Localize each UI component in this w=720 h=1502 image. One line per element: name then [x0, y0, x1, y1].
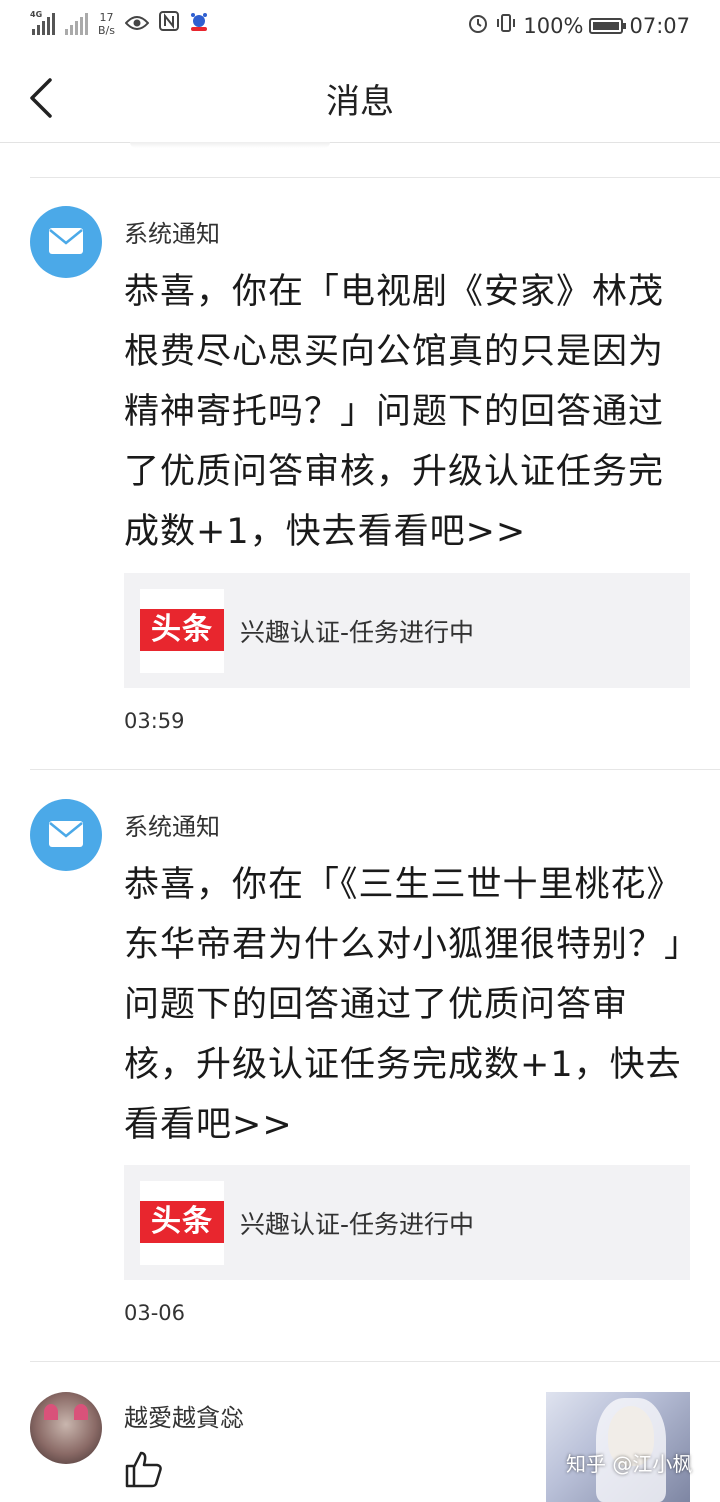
divider: [30, 769, 720, 770]
divider: [30, 177, 720, 178]
task-card[interactable]: 头条 兴趣认证-任务进行中: [124, 1165, 690, 1280]
post-thumbnail[interactable]: [546, 1392, 690, 1502]
status-bar: 4G 17 B/s 100% 07:07: [0, 0, 720, 54]
thumbs-up-icon: [124, 1450, 164, 1492]
status-left: 4G 17 B/s: [30, 9, 209, 37]
signal-icon: 4G: [30, 9, 55, 35]
message-body[interactable]: 恭喜，你在「《三生三世十里桃花》东华帝君为什么对小狐狸很特别？」问题下的回答通过…: [124, 855, 684, 1155]
battery-percent: 100%: [523, 13, 584, 38]
avatar[interactable]: [30, 1392, 102, 1464]
network-type: 4G: [30, 9, 43, 19]
mail-avatar: [30, 206, 102, 278]
vibrate-icon: [495, 12, 517, 39]
envelope-icon: [49, 821, 83, 847]
alarm-icon: [467, 12, 489, 39]
nfc-icon: [158, 11, 179, 36]
status-right: 100% 07:07: [467, 12, 690, 39]
envelope-icon: [49, 228, 83, 254]
list-item[interactable]: 系统通知 恭喜，你在「《三生三世十里桃花》东华帝君为什么对小狐狸很特别？」问题下…: [0, 799, 720, 1359]
header: 消息: [0, 54, 720, 143]
scroll-edge: [130, 142, 330, 148]
message-body[interactable]: 恭喜，你在「电视剧《安家》林茂根费尽心思买向公馆真的只是因为精神寄托吗？」问题下…: [124, 262, 684, 562]
timestamp: 03:59: [124, 709, 185, 733]
baidu-app-icon: [189, 10, 209, 37]
speed-value: 17: [99, 10, 114, 24]
logo-text: 头条: [140, 609, 224, 651]
task-card[interactable]: 头条 兴趣认证-任务进行中: [124, 573, 690, 688]
battery-icon: [589, 17, 627, 34]
mail-avatar: [30, 799, 102, 871]
card-label: 兴趣认证-任务进行中: [240, 618, 475, 647]
clock: 07:07: [629, 13, 690, 38]
sender-name: 系统通知: [124, 220, 220, 248]
card-label: 兴趣认证-任务进行中: [240, 1210, 475, 1239]
signal-2-icon: [65, 12, 88, 35]
network-speed: 17 B/s: [98, 11, 115, 37]
sender-name: 系统通知: [124, 813, 220, 841]
speed-unit: B/s: [98, 23, 115, 37]
user-name[interactable]: 越愛越貪惢: [124, 1398, 244, 1433]
toutiao-logo: 头条: [140, 589, 224, 673]
logo-text: 头条: [140, 1201, 224, 1243]
watermark: 知乎 @江小枫: [566, 1452, 693, 1476]
toutiao-logo: 头条: [140, 1181, 224, 1265]
eye-icon: [124, 12, 150, 36]
timestamp: 03-06: [124, 1301, 186, 1325]
list-item[interactable]: 系统通知 恭喜，你在「电视剧《安家》林茂根费尽心思买向公馆真的只是因为精神寄托吗…: [0, 206, 720, 766]
page-title: 消息: [326, 82, 394, 122]
